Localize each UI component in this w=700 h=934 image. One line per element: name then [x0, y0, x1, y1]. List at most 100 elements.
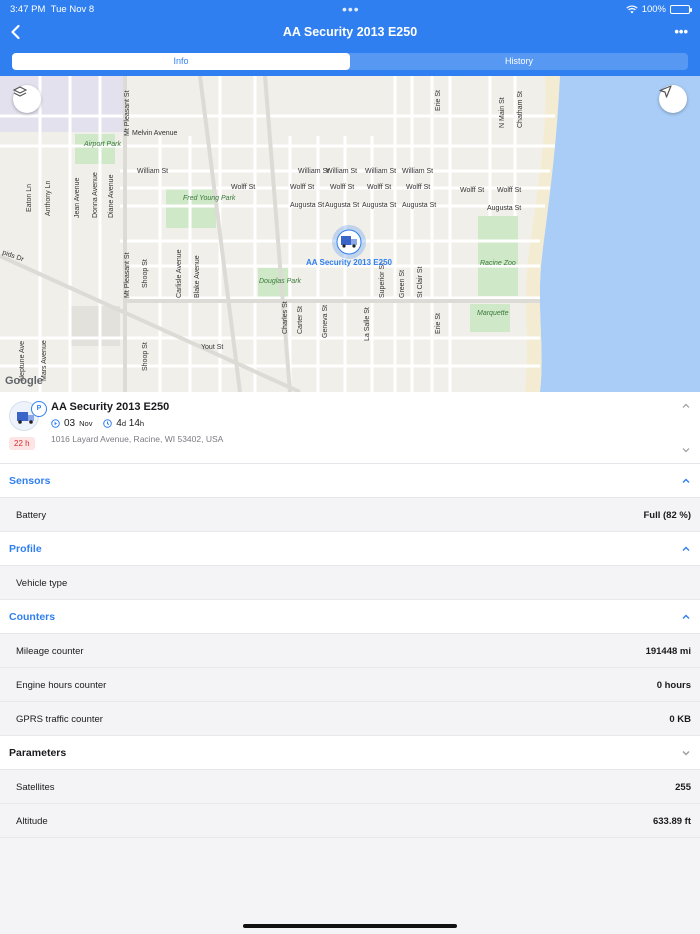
map-label: Wolff St — [406, 184, 430, 191]
map-label: Chatham St — [517, 91, 524, 128]
row-key: Satellites — [16, 782, 55, 793]
counter-row-mileage: Mileage counter 191448 mi — [0, 634, 700, 668]
section-sensors-header[interactable]: Sensors — [0, 464, 700, 498]
map-label: Augusta St — [487, 205, 521, 212]
chevron-up-icon — [682, 614, 690, 619]
row-value: 191448 mi — [645, 646, 691, 657]
map-label: William St — [326, 168, 357, 175]
top-bar: 3:47 PM Tue Nov 8 ••• 100% AA Security 2… — [0, 0, 700, 76]
unit-card[interactable]: P 22 h AA Security 2013 E250 03 Nov 4d 14… — [0, 392, 700, 464]
navigation-arrow-icon — [659, 85, 672, 98]
section-parameters-header[interactable]: Parameters — [0, 736, 700, 770]
map-label: Charles St — [282, 301, 289, 334]
map-label: Superior St — [379, 263, 386, 298]
map-label: Airport Park — [83, 141, 121, 148]
map-label: Wolff St — [367, 184, 391, 191]
page-title: AA Security 2013 E250 — [282, 25, 418, 39]
status-bar: 3:47 PM Tue Nov 8 ••• 100% — [0, 0, 700, 18]
map-label: Diane Avenue — [108, 174, 115, 218]
map-label: Marquette — [477, 310, 509, 317]
row-key: Vehicle type — [16, 578, 68, 589]
map-label: Douglas Park — [259, 278, 302, 285]
map-label: Racine Zoo — [480, 260, 516, 267]
chevron-up-icon[interactable] — [681, 401, 691, 411]
map-label: Anthony Ln — [45, 180, 52, 216]
map-label: Augusta St — [402, 202, 436, 209]
status-time: 3:47 PM Tue Nov 8 — [10, 4, 95, 15]
map-label: William St — [137, 168, 168, 175]
section-profile-header[interactable]: Profile — [0, 532, 700, 566]
row-key: Altitude — [16, 816, 48, 827]
map-label: Mt Pleasant St — [124, 252, 131, 298]
map-label: N Main St — [499, 97, 506, 128]
map-label: Wolff St — [290, 184, 314, 191]
map-label: William St — [402, 168, 433, 175]
chevron-down-icon[interactable] — [681, 445, 691, 455]
truck-icon — [341, 236, 351, 245]
layers-button[interactable] — [13, 85, 41, 113]
counter-row-gprs: GPRS traffic counter 0 KB — [0, 702, 700, 736]
map-label: Erie St — [435, 313, 442, 334]
row-key: GPRS traffic counter — [16, 714, 103, 725]
tab-bar: Info History — [12, 53, 688, 70]
map-label: William St — [298, 168, 329, 175]
home-indicator[interactable] — [243, 924, 457, 928]
map-view[interactable]: Melvin Avenue William St William St Will… — [0, 76, 700, 392]
map-label: Augusta St — [325, 202, 359, 209]
map-label: William St — [365, 168, 396, 175]
section-counters-header[interactable]: Counters — [0, 600, 700, 634]
section-title: Profile — [9, 543, 42, 555]
section-title: Parameters — [9, 747, 67, 759]
row-value: Full (82 %) — [643, 510, 691, 521]
row-key: Battery — [16, 510, 47, 521]
chevron-up-icon — [682, 546, 690, 551]
unit-meta: 03 Nov 4d 14h — [51, 418, 144, 429]
more-options-icon[interactable]: ••• — [674, 24, 688, 39]
status-right: 100% — [626, 4, 692, 15]
map-label: Jean Avenue — [74, 178, 81, 218]
counter-row-engine-hours: Engine hours counter 0 hours — [0, 668, 700, 702]
unit-date-day: 03 — [64, 418, 76, 429]
parameter-row-satellites: Satellites 255 — [0, 770, 700, 804]
map-canvas: Melvin Avenue William St William St Will… — [0, 76, 700, 392]
map-label: Green St — [399, 270, 406, 298]
map-label: Yout St — [201, 344, 223, 351]
locate-button[interactable] — [659, 85, 687, 113]
map-label: Wolff St — [497, 187, 521, 194]
map-label: Blake Avenue — [194, 255, 201, 298]
unit-address: 1016 Layard Avenue, Racine, WI 53402, US… — [51, 434, 224, 444]
map-label: Mt Pleasant St — [124, 90, 131, 136]
map-label: La Salle St — [364, 307, 371, 341]
unit-name: AA Security 2013 E250 — [51, 401, 170, 413]
section-title: Counters — [9, 611, 56, 623]
tab-history[interactable]: History — [350, 53, 688, 70]
map-label: Wolff St — [330, 184, 354, 191]
unit-date-month: Nov — [79, 419, 93, 428]
map-label: Carlisle Avenue — [176, 249, 183, 298]
map-label: Geneva St — [322, 305, 329, 338]
battery-icon — [670, 5, 692, 14]
profile-row-vehicle-type: Vehicle type — [0, 566, 700, 600]
section-title: Sensors — [9, 475, 51, 487]
row-key: Engine hours counter — [16, 680, 107, 691]
last-message-age-badge: 22 h — [9, 437, 35, 450]
battery-percent: 100% — [641, 4, 666, 15]
multitask-dots[interactable]: ••• — [342, 1, 360, 17]
map-label: Erie St — [435, 90, 442, 111]
row-value: 0 hours — [656, 680, 691, 691]
duration-hours: 14 — [128, 418, 140, 429]
map-label: Augusta St — [362, 202, 396, 209]
row-value: 633.89 ft — [652, 816, 691, 827]
map-label: Wolff St — [460, 187, 484, 194]
row-key: Mileage counter — [16, 646, 84, 657]
row-value: 255 — [675, 782, 691, 793]
map-label: Augusta St — [290, 202, 324, 209]
map-label: Eaton Ln — [26, 184, 33, 212]
layers-icon — [13, 86, 27, 97]
wifi-icon — [626, 5, 638, 14]
clock-icon — [103, 419, 113, 428]
map-label: Donna Avenue — [92, 172, 99, 218]
tab-info[interactable]: Info — [12, 53, 350, 70]
vehicle-marker-label[interactable]: AA Security 2013 E250 — [306, 258, 392, 267]
map-label: Carter St — [297, 306, 304, 334]
